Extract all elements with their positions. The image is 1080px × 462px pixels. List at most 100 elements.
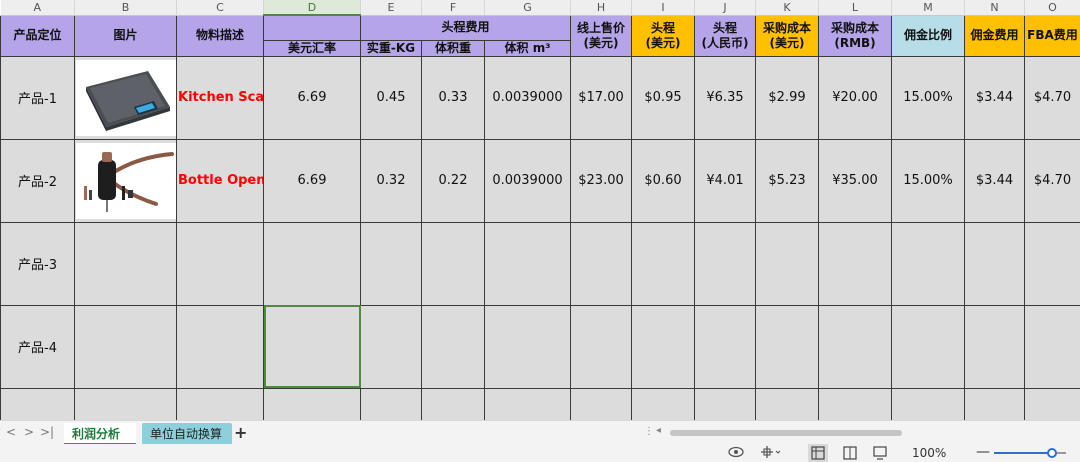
cell-material-desc[interactable] <box>176 304 264 389</box>
first-sheet-button[interactable]: < <box>6 425 16 439</box>
cell-freight-usd[interactable] <box>631 304 695 389</box>
cell-product-label[interactable]: 产品-2 <box>0 138 75 223</box>
page-break-icon[interactable] <box>870 444 890 462</box>
zoom-level[interactable]: 100% <box>912 446 946 460</box>
header-commission-rate[interactable]: 佣金比例 <box>891 14 965 57</box>
cell-cost-usd[interactable] <box>755 221 819 306</box>
cell-freight-rmb[interactable]: ¥6.35 <box>694 55 756 140</box>
header-material-desc[interactable]: 物料描述 <box>176 14 264 57</box>
header-freight-usd[interactable]: 头程 (美元) <box>631 14 695 57</box>
cell-cost-rmb[interactable]: ¥20.00 <box>818 55 892 140</box>
header-fba-fee[interactable]: FBA费用 <box>1024 14 1080 57</box>
cell-volume[interactable] <box>484 221 571 306</box>
column-header-n[interactable]: N <box>964 0 1025 16</box>
cell-material-desc[interactable]: Kitchen Scale <box>176 55 264 140</box>
cell-fba-fee[interactable]: $4.70 <box>1024 55 1080 140</box>
empty-cell[interactable] <box>263 387 361 420</box>
tab-profit-analysis[interactable]: 利润分析表 <box>64 423 136 462</box>
header-volume[interactable]: 体积 m³ <box>484 39 571 57</box>
cell-volume-weight[interactable]: 0.33 <box>421 55 485 140</box>
cell-image[interactable] <box>74 138 177 223</box>
cell-volume[interactable]: 0.0039000 <box>484 138 571 223</box>
column-header-o[interactable]: O <box>1024 0 1080 16</box>
cell-fba-fee[interactable] <box>1024 304 1080 389</box>
column-header-e[interactable]: E <box>360 0 422 16</box>
header-image[interactable]: 图片 <box>74 14 177 57</box>
horizontal-scrollbar[interactable] <box>652 430 1072 436</box>
cell-commission-fee[interactable] <box>964 304 1025 389</box>
cell-online-price[interactable]: $17.00 <box>570 55 632 140</box>
column-header-l[interactable]: L <box>818 0 892 16</box>
empty-cell[interactable] <box>755 387 819 420</box>
cell-commission-fee[interactable]: $3.44 <box>964 138 1025 223</box>
column-header-c[interactable]: C <box>176 0 264 16</box>
header-exchange-rate[interactable]: 美元汇率 <box>263 39 361 57</box>
spreadsheet-grid[interactable]: A B C D E F G H I J K L M N O 产品定位 图片 物料… <box>0 0 1080 420</box>
cell-volume-weight[interactable] <box>421 221 485 306</box>
column-header-g[interactable]: G <box>484 0 571 16</box>
empty-cell[interactable] <box>360 387 422 420</box>
cell-product-label[interactable]: 产品-1 <box>0 55 75 140</box>
empty-cell[interactable] <box>570 387 632 420</box>
cell-online-price[interactable] <box>570 221 632 306</box>
zoom-out-button[interactable]: — <box>976 444 990 460</box>
cell-product-label[interactable]: 产品-4 <box>0 304 75 389</box>
column-header-d[interactable]: D <box>263 0 361 16</box>
cell-product-label[interactable]: 产品-3 <box>0 221 75 306</box>
header-freight-group[interactable]: 头程费用 <box>360 14 571 41</box>
cell-image[interactable] <box>74 304 177 389</box>
header-product-position[interactable]: 产品定位 <box>0 14 75 57</box>
header-online-price[interactable]: 线上售价 (美元) <box>570 14 632 57</box>
empty-cell[interactable] <box>1024 387 1080 420</box>
cell-cost-rmb[interactable] <box>818 304 892 389</box>
last-sheet-button[interactable]: >| <box>40 425 54 439</box>
cell-cost-usd[interactable] <box>755 304 819 389</box>
cell-freight-rmb[interactable] <box>694 221 756 306</box>
column-header-h[interactable]: H <box>570 0 632 16</box>
cell-actual-weight[interactable]: 0.45 <box>360 55 422 140</box>
cell-freight-rmb[interactable] <box>694 304 756 389</box>
cell-actual-weight[interactable]: 0.32 <box>360 138 422 223</box>
cell-commission-rate[interactable] <box>891 221 965 306</box>
cell-volume[interactable]: 0.0039000 <box>484 55 571 140</box>
cell-cost-usd[interactable]: $2.99 <box>755 55 819 140</box>
cell-cost-usd[interactable]: $5.23 <box>755 138 819 223</box>
cell-commission-rate[interactable]: 15.00% <box>891 138 965 223</box>
header-cost-usd[interactable]: 采购成本 (美元) <box>755 14 819 57</box>
column-header-m[interactable]: M <box>891 0 965 16</box>
zoom-slider[interactable] <box>994 448 1066 458</box>
cell-fba-fee[interactable] <box>1024 221 1080 306</box>
cell-commission-fee[interactable] <box>964 221 1025 306</box>
column-header-i[interactable]: I <box>631 0 695 16</box>
cell-commission-rate[interactable] <box>891 304 965 389</box>
cell-online-price[interactable] <box>570 304 632 389</box>
column-header-j[interactable]: J <box>694 0 756 16</box>
empty-cell[interactable] <box>891 387 965 420</box>
cell-exchange-rate[interactable]: 6.69 <box>263 55 361 140</box>
empty-cell[interactable] <box>818 387 892 420</box>
cell-cost-rmb[interactable]: ¥35.00 <box>818 138 892 223</box>
empty-cell[interactable] <box>176 387 264 420</box>
header-volume-weight[interactable]: 体积重 <box>421 39 485 57</box>
column-header-b[interactable]: B <box>74 0 177 16</box>
scrollbar-thumb[interactable] <box>670 430 902 436</box>
cell-volume-weight[interactable] <box>421 304 485 389</box>
cell-freight-usd[interactable]: $0.60 <box>631 138 695 223</box>
cell-cost-rmb[interactable] <box>818 221 892 306</box>
cell-image[interactable] <box>74 55 177 140</box>
cell-freight-usd[interactable]: $0.95 <box>631 55 695 140</box>
empty-cell[interactable] <box>964 387 1025 420</box>
next-sheet-button[interactable]: > <box>24 425 34 439</box>
column-header-f[interactable]: F <box>421 0 485 16</box>
cell-volume[interactable] <box>484 304 571 389</box>
zoom-slider-handle[interactable] <box>1047 448 1057 458</box>
column-header-k[interactable]: K <box>755 0 819 16</box>
cell-actual-weight[interactable] <box>360 304 422 389</box>
cell-freight-usd[interactable] <box>631 221 695 306</box>
tab-unit-conversion[interactable]: 单位自动换算 <box>142 423 232 445</box>
cell-freight-rmb[interactable]: ¥4.01 <box>694 138 756 223</box>
empty-cell[interactable] <box>74 387 177 420</box>
header-freight-rmb[interactable]: 头程 (人民币) <box>694 14 756 57</box>
cell-commission-rate[interactable]: 15.00% <box>891 55 965 140</box>
crosshair-icon[interactable] <box>760 445 782 462</box>
